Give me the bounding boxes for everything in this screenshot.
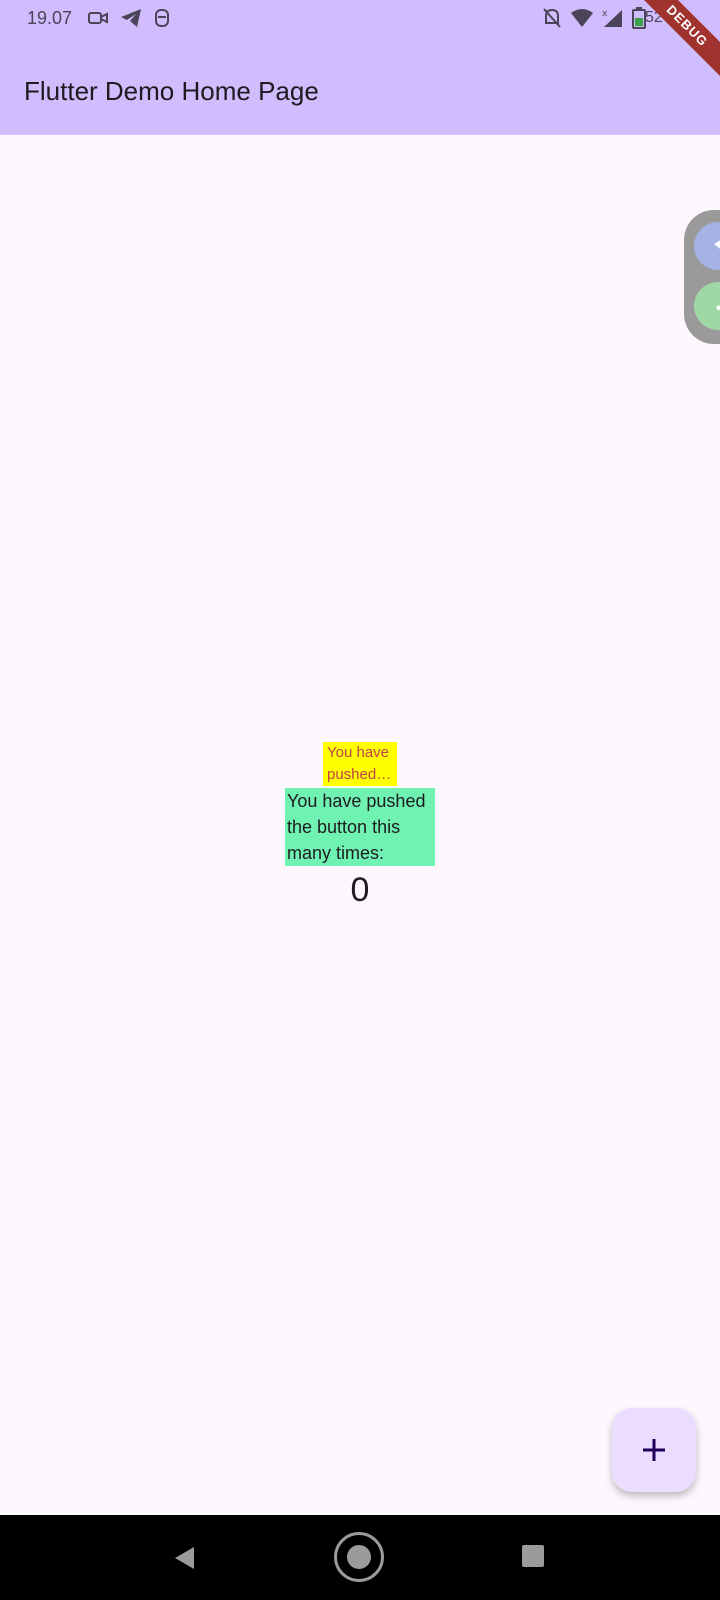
truncated-label: You have pushed t... [323, 742, 397, 786]
svg-text:x: x [602, 9, 608, 19]
system-navigation-bar [0, 1515, 720, 1600]
back-icon[interactable] [172, 1545, 198, 1571]
page-title: Flutter Demo Home Page [24, 76, 319, 106]
battery-icon [632, 7, 646, 29]
telegram-icon [121, 9, 141, 27]
more-dots-icon: •• [716, 300, 720, 318]
recents-icon[interactable] [522, 1545, 544, 1567]
share-icon [714, 240, 720, 249]
counter-section: You have pushed t... You have pushed the… [0, 742, 720, 912]
home-button[interactable] [334, 1532, 384, 1582]
notifications-off-icon [543, 8, 561, 28]
truncated-label-line-2: pushed t... [327, 766, 395, 783]
app-notification-icon [155, 9, 169, 27]
counter-description: You have pushed the button this many tim… [285, 788, 435, 866]
counter-value: 0 [350, 871, 370, 909]
increment-button[interactable] [612, 1408, 696, 1492]
app-bar: 19.07 x 52 Flutter Demo Home Page [0, 0, 720, 135]
signal-icon: x [602, 9, 622, 27]
truncated-label-line-1: You have [327, 744, 390, 761]
more-overlay-button[interactable]: •• [694, 282, 720, 330]
floating-overlay-panel: •• [684, 210, 720, 344]
plus-icon [643, 1439, 665, 1461]
status-time: 19.07 [27, 8, 73, 28]
status-bar: 19.07 x 52 [0, 0, 720, 38]
home-icon [347, 1545, 371, 1569]
share-overlay-button[interactable] [694, 222, 720, 270]
wifi-icon [571, 9, 593, 27]
video-camera-icon [88, 12, 108, 24]
